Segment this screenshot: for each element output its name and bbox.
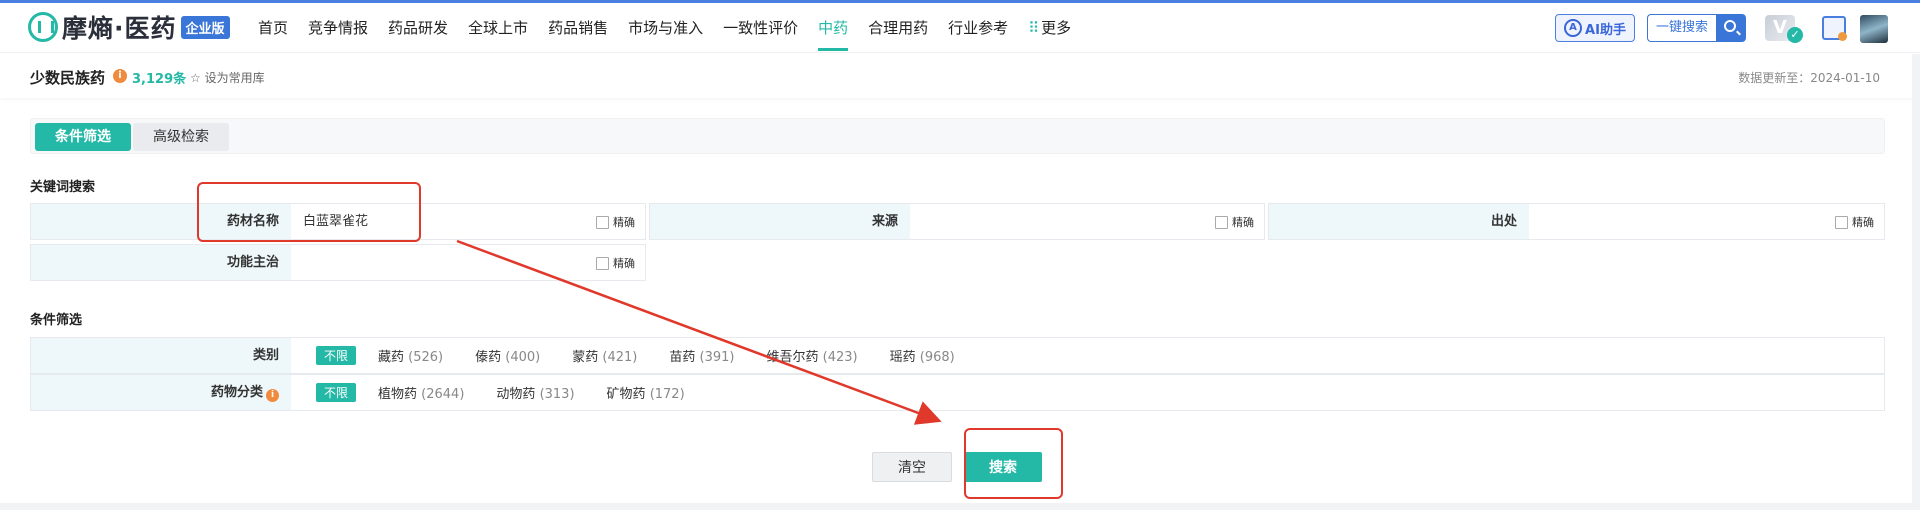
nav-item-competitive-intel[interactable]: 竞争情报 xyxy=(308,3,368,53)
filter-label: 类别 xyxy=(31,338,291,373)
ai-icon: A xyxy=(1564,19,1583,37)
field-origin: 出处 精确 xyxy=(1268,203,1885,240)
keyword-section-title: 关键词搜索 xyxy=(30,180,96,195)
search-icon xyxy=(1724,20,1737,32)
quick-search-label: 一键搜索 xyxy=(1647,14,1717,42)
search-mode-tabs: 条件筛选 高级检索 xyxy=(30,118,1885,154)
ai-assistant-label: AI助手 xyxy=(1585,22,1626,38)
main-nav: 首页 竞争情报 药品研发 全球上市 药品销售 市场与准入 一致性评价 中药 合理… xyxy=(258,3,1091,53)
exact-checkbox[interactable]: 精确 xyxy=(1215,214,1254,230)
nav-item-drug-sales[interactable]: 药品销售 xyxy=(548,3,608,53)
info-icon[interactable]: i xyxy=(113,69,127,83)
filter-label: 药物分类 i xyxy=(31,375,291,410)
option-dai[interactable]: 傣药 (400) xyxy=(475,346,540,365)
filter-options: 不限 藏药 (526) 傣药 (400) 蒙药 (421) 苗药 (391) 维… xyxy=(316,338,987,373)
option-uyghur[interactable]: 维吾尔药 (423) xyxy=(767,346,858,365)
option-any[interactable]: 不限 xyxy=(316,383,357,402)
top-header: 摩熵·医药 企业版 首页 竞争情报 药品研发 全球上市 药品销售 市场与准入 一… xyxy=(0,3,1920,53)
field-label: 出处 xyxy=(1269,204,1529,239)
quick-search[interactable]: 一键搜索 xyxy=(1647,14,1747,42)
quick-search-button[interactable] xyxy=(1716,14,1747,42)
nav-item-more[interactable]: ⠿ 更多 xyxy=(1028,3,1071,53)
option-tibetan[interactable]: 藏药 (526) xyxy=(378,346,443,365)
filter-row-category: 类别 不限 藏药 (526) 傣药 (400) 蒙药 (421) 苗药 (391… xyxy=(30,337,1885,374)
nav-item-market-access[interactable]: 市场与准入 xyxy=(628,3,703,53)
exact-checkbox[interactable]: 精确 xyxy=(596,255,635,271)
annotation-box-herb-name xyxy=(197,182,421,242)
edition-badge: 企业版 xyxy=(180,15,230,39)
option-yao[interactable]: 瑶药 (968) xyxy=(890,346,955,365)
logo[interactable]: 摩熵·医药 企业版 xyxy=(28,11,230,43)
logo-icon xyxy=(28,12,58,42)
field-label: 功能主治 xyxy=(31,245,291,280)
filter-options: 不限 植物药 (2644) 动物药 (313) 矿物药 (172) xyxy=(316,375,717,410)
avatar[interactable] xyxy=(1860,15,1888,43)
update-time: 数据更新至：2024-01-10 xyxy=(1738,71,1880,85)
nav-item-home[interactable]: 首页 xyxy=(258,3,288,53)
option-miao[interactable]: 苗药 (391) xyxy=(669,346,734,365)
nav-item-global-launch[interactable]: 全球上市 xyxy=(468,3,528,53)
tab-advanced-search[interactable]: 高级检索 xyxy=(133,123,229,151)
nav-item-tcm[interactable]: 中药 xyxy=(818,3,849,53)
option-animal[interactable]: 动物药 (313) xyxy=(496,383,574,402)
info-icon[interactable]: i xyxy=(266,389,279,402)
star-icon: ☆ xyxy=(190,71,205,85)
annotation-box-search xyxy=(964,428,1063,499)
filter-row-drug-class: 药物分类 i 不限 植物药 (2644) 动物药 (313) 矿物药 (172) xyxy=(30,374,1885,411)
scrollbar[interactable] xyxy=(1912,54,1920,510)
field-indications: 功能主治 精确 xyxy=(30,244,646,281)
record-count: 3,129条 xyxy=(132,72,187,87)
option-mongolian[interactable]: 蒙药 (421) xyxy=(572,346,637,365)
check-icon: ✓ xyxy=(1787,27,1803,43)
vip-icon[interactable]: V ✓ xyxy=(1765,15,1805,45)
tab-condition-filter[interactable]: 条件筛选 xyxy=(35,123,131,151)
condition-section-title: 条件筛选 xyxy=(30,313,83,328)
clear-button[interactable]: 清空 xyxy=(872,452,952,482)
page-title: 少数民族药 xyxy=(30,69,106,87)
nav-item-industry-ref[interactable]: 行业参考 xyxy=(948,3,1008,53)
field-source: 来源 精确 xyxy=(649,203,1265,240)
set-favorite-link[interactable]: ☆ 设为常用库 xyxy=(190,69,265,86)
field-label: 来源 xyxy=(650,204,910,239)
nav-item-drug-rd[interactable]: 药品研发 xyxy=(388,3,448,53)
ai-assistant-button[interactable]: A AI助手 xyxy=(1555,14,1635,42)
option-any[interactable]: 不限 xyxy=(316,346,357,365)
exact-checkbox[interactable]: 精确 xyxy=(1835,214,1874,230)
bottom-band xyxy=(0,503,1912,510)
nav-more-label: 更多 xyxy=(1041,19,1072,37)
page-subheader: 少数民族药 i 3,129条 ☆ 设为常用库 数据更新至：2024-01-10 xyxy=(0,54,1920,98)
option-mineral[interactable]: 矿物药 (172) xyxy=(607,383,685,402)
option-plant[interactable]: 植物药 (2644) xyxy=(378,383,464,402)
logo-text: 摩熵·医药 xyxy=(62,14,177,43)
nav-item-rational-use[interactable]: 合理用药 xyxy=(868,3,928,53)
notebook-icon[interactable] xyxy=(1822,16,1847,41)
nav-item-consistency[interactable]: 一致性评价 xyxy=(723,3,798,53)
grid-dots-icon: ⠿ xyxy=(1028,19,1040,37)
exact-checkbox[interactable]: 精确 xyxy=(596,214,635,230)
